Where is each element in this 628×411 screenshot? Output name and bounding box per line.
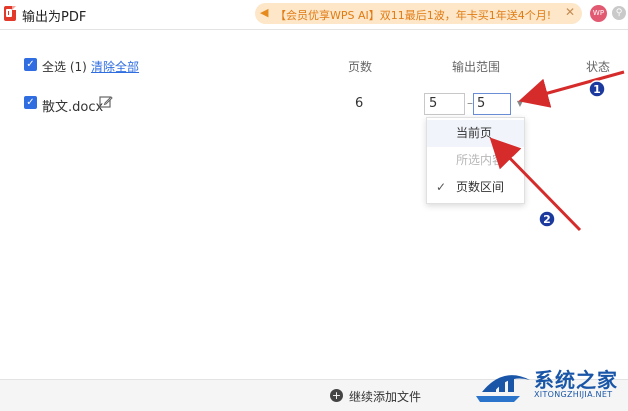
list-header: ✓ 全选 (1) 清除全部 页数 输出范围 状态 [0,44,628,88]
file-checkbox[interactable]: ✓ [24,96,37,109]
add-circle-icon: + [330,389,343,402]
range-dropdown-menu: 当前页 所选内容 ✓ 页数区间 [426,117,525,204]
add-file-label: 继续添加文件 [349,390,422,404]
column-header-pages: 页数 [348,60,373,74]
menu-item-selection: 所选内容 [456,153,505,167]
watermark-logo-icon [476,375,530,402]
page-count: 6 [355,96,364,111]
menu-item-page-range[interactable]: ✓ 页数区间 [427,174,524,201]
watermark: 系统之家 XITONGZHIJIA.NET [470,362,628,408]
window-title: 输出为PDF [22,10,87,25]
close-icon[interactable]: ✕ [565,5,575,19]
select-all-label[interactable]: 全选 (1) [42,58,87,75]
promo-banner[interactable]: ◀ 【会员优享WPS AI】双11最后1波，年卡买1年送4个月! ✕ [255,3,582,24]
pdf-app-icon [4,6,16,21]
clear-all-link[interactable]: 清除全部 [91,58,139,75]
speaker-icon: ◀ [260,6,269,19]
table-row: ✓ 散文.docx 6 5 – 5 ▼ [0,88,628,118]
avatar[interactable]: WP [590,5,607,22]
promo-text[interactable]: 【会员优享WPS AI】双11最后1波，年卡买1年送4个月! [275,7,551,23]
column-header-status: 状态 [586,60,611,74]
select-all-checkbox[interactable]: ✓ [24,58,37,71]
menu-item-page-range-label: 页数区间 [456,180,505,194]
column-header-range: 输出范围 [452,60,501,74]
menu-item-current-page[interactable]: 当前页 [427,120,524,147]
svg-text:2: 2 [543,213,551,226]
file-name: 散文.docx [42,100,104,115]
check-icon: ✓ [436,180,447,194]
watermark-title: 系统之家 [534,368,618,392]
title-bar: 输出为PDF ◀ 【会员优享WPS AI】双11最后1波，年卡买1年送4个月! … [0,0,628,30]
annotation-badge-2: 2 [538,210,556,228]
edit-icon[interactable] [99,95,113,109]
bell-icon[interactable]: ⚲ [612,6,626,20]
watermark-url: XITONGZHIJIA.NET [534,390,613,399]
range-to-input[interactable]: 5 [473,93,511,115]
chevron-down-icon[interactable]: ▼ [513,93,527,115]
range-from-input[interactable]: 5 [424,93,465,115]
